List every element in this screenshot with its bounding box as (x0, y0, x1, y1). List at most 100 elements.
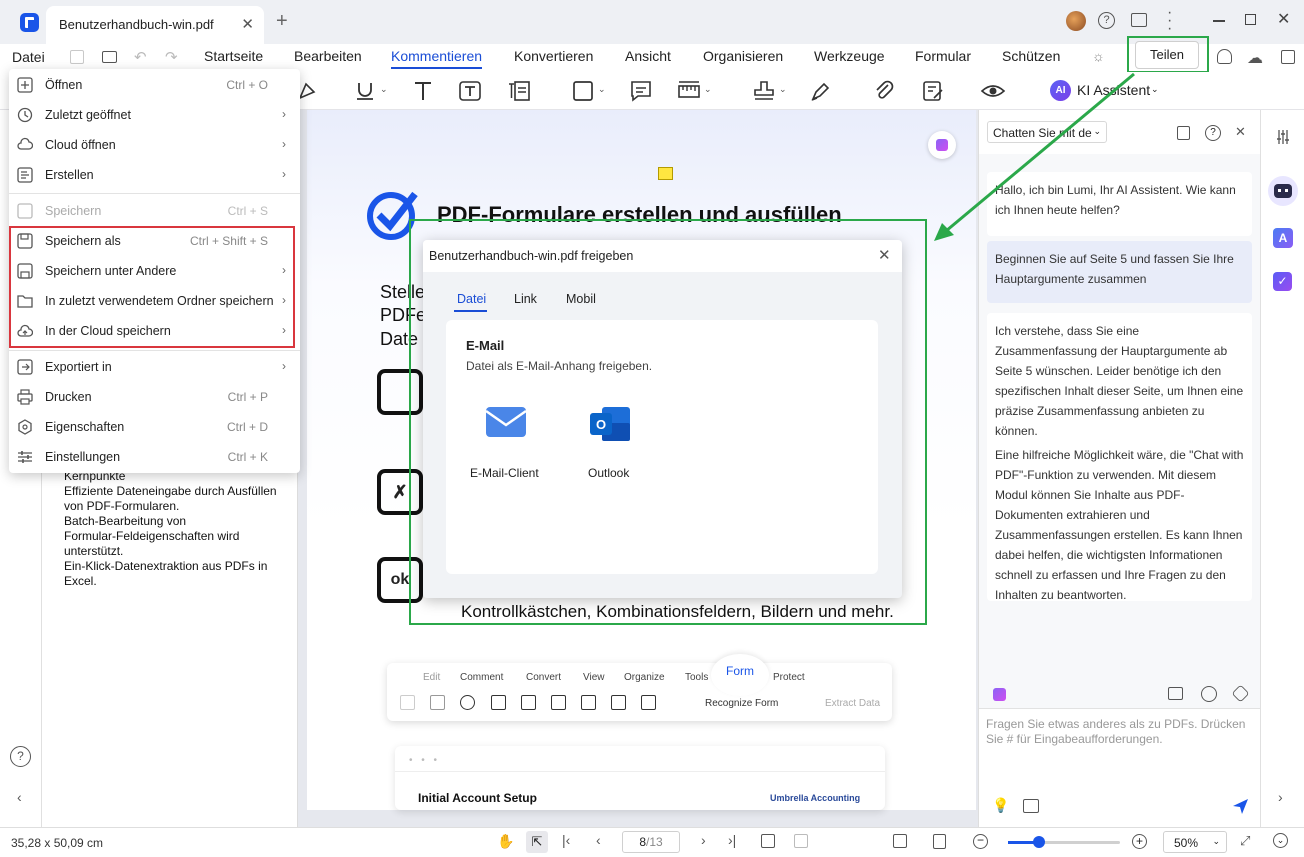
expand-right-icon[interactable]: › (1278, 789, 1283, 805)
measure-dropdown-icon[interactable]: ⌄ (704, 84, 712, 95)
attachment-icon[interactable] (871, 78, 897, 104)
menu-item-recent[interactable]: Zuletzt geöffnet › (9, 100, 300, 130)
lightbulb-prompt-icon[interactable]: 💡 (992, 797, 1009, 814)
measure-icon[interactable] (676, 78, 702, 104)
menu-werkzeuge[interactable]: Werkzeuge (814, 48, 885, 64)
fullscreen-icon[interactable]: ⤢ (1240, 833, 1250, 849)
text-callout-icon[interactable] (506, 78, 532, 104)
share-tab-link[interactable]: Link (514, 292, 537, 306)
new-chat-icon[interactable] (1177, 126, 1190, 140)
comment-note-icon[interactable] (658, 167, 673, 180)
menu-konvertieren[interactable]: Konvertieren (514, 48, 593, 64)
menu-organisieren[interactable]: Organisieren (703, 48, 783, 64)
feedback-icon[interactable] (1131, 13, 1147, 27)
panel-icon[interactable] (1281, 50, 1295, 64)
chat-input[interactable]: Fragen Sie etwas anderes als zu PDFs. Dr… (986, 717, 1252, 747)
menu-item-print[interactable]: Drucken Ctrl + P (9, 382, 300, 412)
more-icon[interactable]: · · · (1167, 5, 1172, 37)
tab-close-icon[interactable]: ✕ (241, 15, 254, 33)
first-page-icon[interactable]: |‹ (562, 832, 570, 848)
share-tab-mobil[interactable]: Mobil (566, 292, 596, 306)
chat-close-icon[interactable]: ✕ (1235, 124, 1246, 140)
pen-icon[interactable] (808, 78, 834, 104)
undo-icon[interactable]: ↶ (134, 48, 147, 66)
rotate-icon[interactable] (761, 834, 775, 848)
new-tab-icon[interactable]: + (276, 10, 288, 33)
page-number-input[interactable]: 8/13 (622, 831, 680, 853)
save-toolbar-icon[interactable] (70, 50, 84, 64)
rectangle-dropdown-icon[interactable]: ⌄ (598, 84, 606, 95)
image-upload-icon[interactable] (1023, 799, 1039, 813)
menu-item-open[interactable]: Öffnen Ctrl + O (9, 70, 300, 100)
menu-datei[interactable]: Datei (12, 49, 45, 65)
menu-bearbeiten[interactable]: Bearbeiten (294, 48, 362, 64)
left-panel-line: Effiziente Dateneingabe durch Ausfüllen (64, 484, 277, 498)
share-button[interactable]: Teilen (1135, 41, 1199, 69)
underline-dropdown-icon[interactable]: ⌄ (380, 84, 388, 95)
zoom-slider[interactable] (1008, 836, 1120, 848)
fit-select-icon[interactable] (893, 834, 907, 848)
share-dialog-close-icon[interactable]: ✕ (878, 246, 891, 264)
help-circle-icon[interactable]: ? (10, 746, 31, 767)
view-mode-icon[interactable] (933, 834, 946, 849)
user-sync-icon[interactable] (1217, 49, 1232, 64)
help-icon[interactable]: ? (1098, 12, 1115, 29)
translate-icon[interactable]: A (1273, 228, 1293, 248)
text-icon[interactable] (410, 78, 436, 104)
send-icon[interactable] (1231, 797, 1249, 815)
textbox-icon[interactable] (457, 78, 483, 104)
document-tab[interactable]: Benutzerhandbuch-win.pdf ✕ (46, 6, 264, 44)
menu-ansicht[interactable]: Ansicht (625, 48, 671, 64)
next-page-icon[interactable]: › (701, 832, 706, 848)
redo-icon[interactable]: ↷ (165, 48, 178, 66)
status-expand-icon[interactable]: ⌄ (1273, 833, 1288, 848)
maximize-icon[interactable] (1245, 14, 1256, 25)
copy-chat-icon[interactable] (1168, 687, 1183, 700)
close-window-icon[interactable]: ✕ (1277, 9, 1290, 29)
menu-kommentieren[interactable]: Kommentieren (391, 48, 483, 69)
underline-icon[interactable] (352, 78, 378, 104)
menu-item-settings[interactable]: Einstellungen Ctrl + K (9, 442, 300, 472)
green-arrow-annotation (934, 72, 1135, 241)
zoom-out-icon[interactable]: − (973, 834, 988, 849)
menu-startseite[interactable]: Startseite (204, 48, 263, 64)
menu-formular[interactable]: Formular (915, 48, 971, 64)
chat-help-icon[interactable]: ? (1205, 125, 1221, 141)
lightbulb-icon[interactable]: ☼ (1092, 48, 1105, 64)
note-icon[interactable] (628, 78, 654, 104)
zoom-select[interactable]: 50% ⌄ (1163, 831, 1227, 853)
menu-item-export[interactable]: Exportiert in › (9, 352, 300, 382)
menu-item-properties[interactable]: Eigenschaften Ctrl + D (9, 412, 300, 442)
extract-page-icon[interactable] (794, 834, 808, 848)
print-toolbar-icon[interactable] (102, 51, 117, 63)
menu-item-cloud-open[interactable]: Cloud öffnen › (9, 130, 300, 160)
collapse-left-icon[interactable]: ‹ (17, 789, 22, 805)
mini-tab: Protect (773, 672, 805, 683)
left-panel-line: Batch-Bearbeitung von (64, 514, 187, 528)
last-page-icon[interactable]: ›| (728, 832, 736, 848)
hand-tool-icon[interactable]: ✋ (497, 833, 514, 850)
avatar[interactable] (1066, 11, 1086, 31)
select-tool-icon[interactable]: ⇱ (526, 831, 548, 853)
chat-settings-icon[interactable] (1231, 684, 1250, 703)
minimize-icon[interactable] (1213, 20, 1225, 22)
ai-robot-icon[interactable] (1268, 176, 1298, 206)
zoom-in-icon[interactable]: + (1132, 834, 1147, 849)
history-icon[interactable] (1201, 686, 1217, 702)
create-icon (17, 167, 33, 183)
prev-page-icon[interactable]: ‹ (596, 832, 601, 848)
sliders-icon[interactable] (1275, 129, 1291, 145)
zoom-slider-handle[interactable] (1033, 836, 1045, 848)
status-bar: 35,28 x 50,09 cm ✋ ⇱ |‹ ‹ 8/13 › ›| − + … (0, 827, 1304, 857)
menu-item-save[interactable]: Speichern Ctrl + S (9, 196, 300, 226)
upload-cloud-icon[interactable]: ☁ (1247, 48, 1263, 68)
checklist-icon[interactable]: ✓ (1273, 272, 1292, 291)
stamp-icon[interactable] (751, 78, 777, 104)
outlook-option[interactable]: O Outlook (576, 400, 646, 482)
share-tab-datei[interactable]: Datei (457, 292, 486, 306)
rectangle-icon[interactable] (570, 78, 596, 104)
stamp-dropdown-icon[interactable]: ⌄ (779, 84, 787, 95)
menu-schuetzen[interactable]: Schützen (1002, 48, 1060, 64)
menu-item-create[interactable]: Erstellen › (9, 160, 300, 190)
email-client-option[interactable]: E-Mail-Client (466, 400, 546, 482)
